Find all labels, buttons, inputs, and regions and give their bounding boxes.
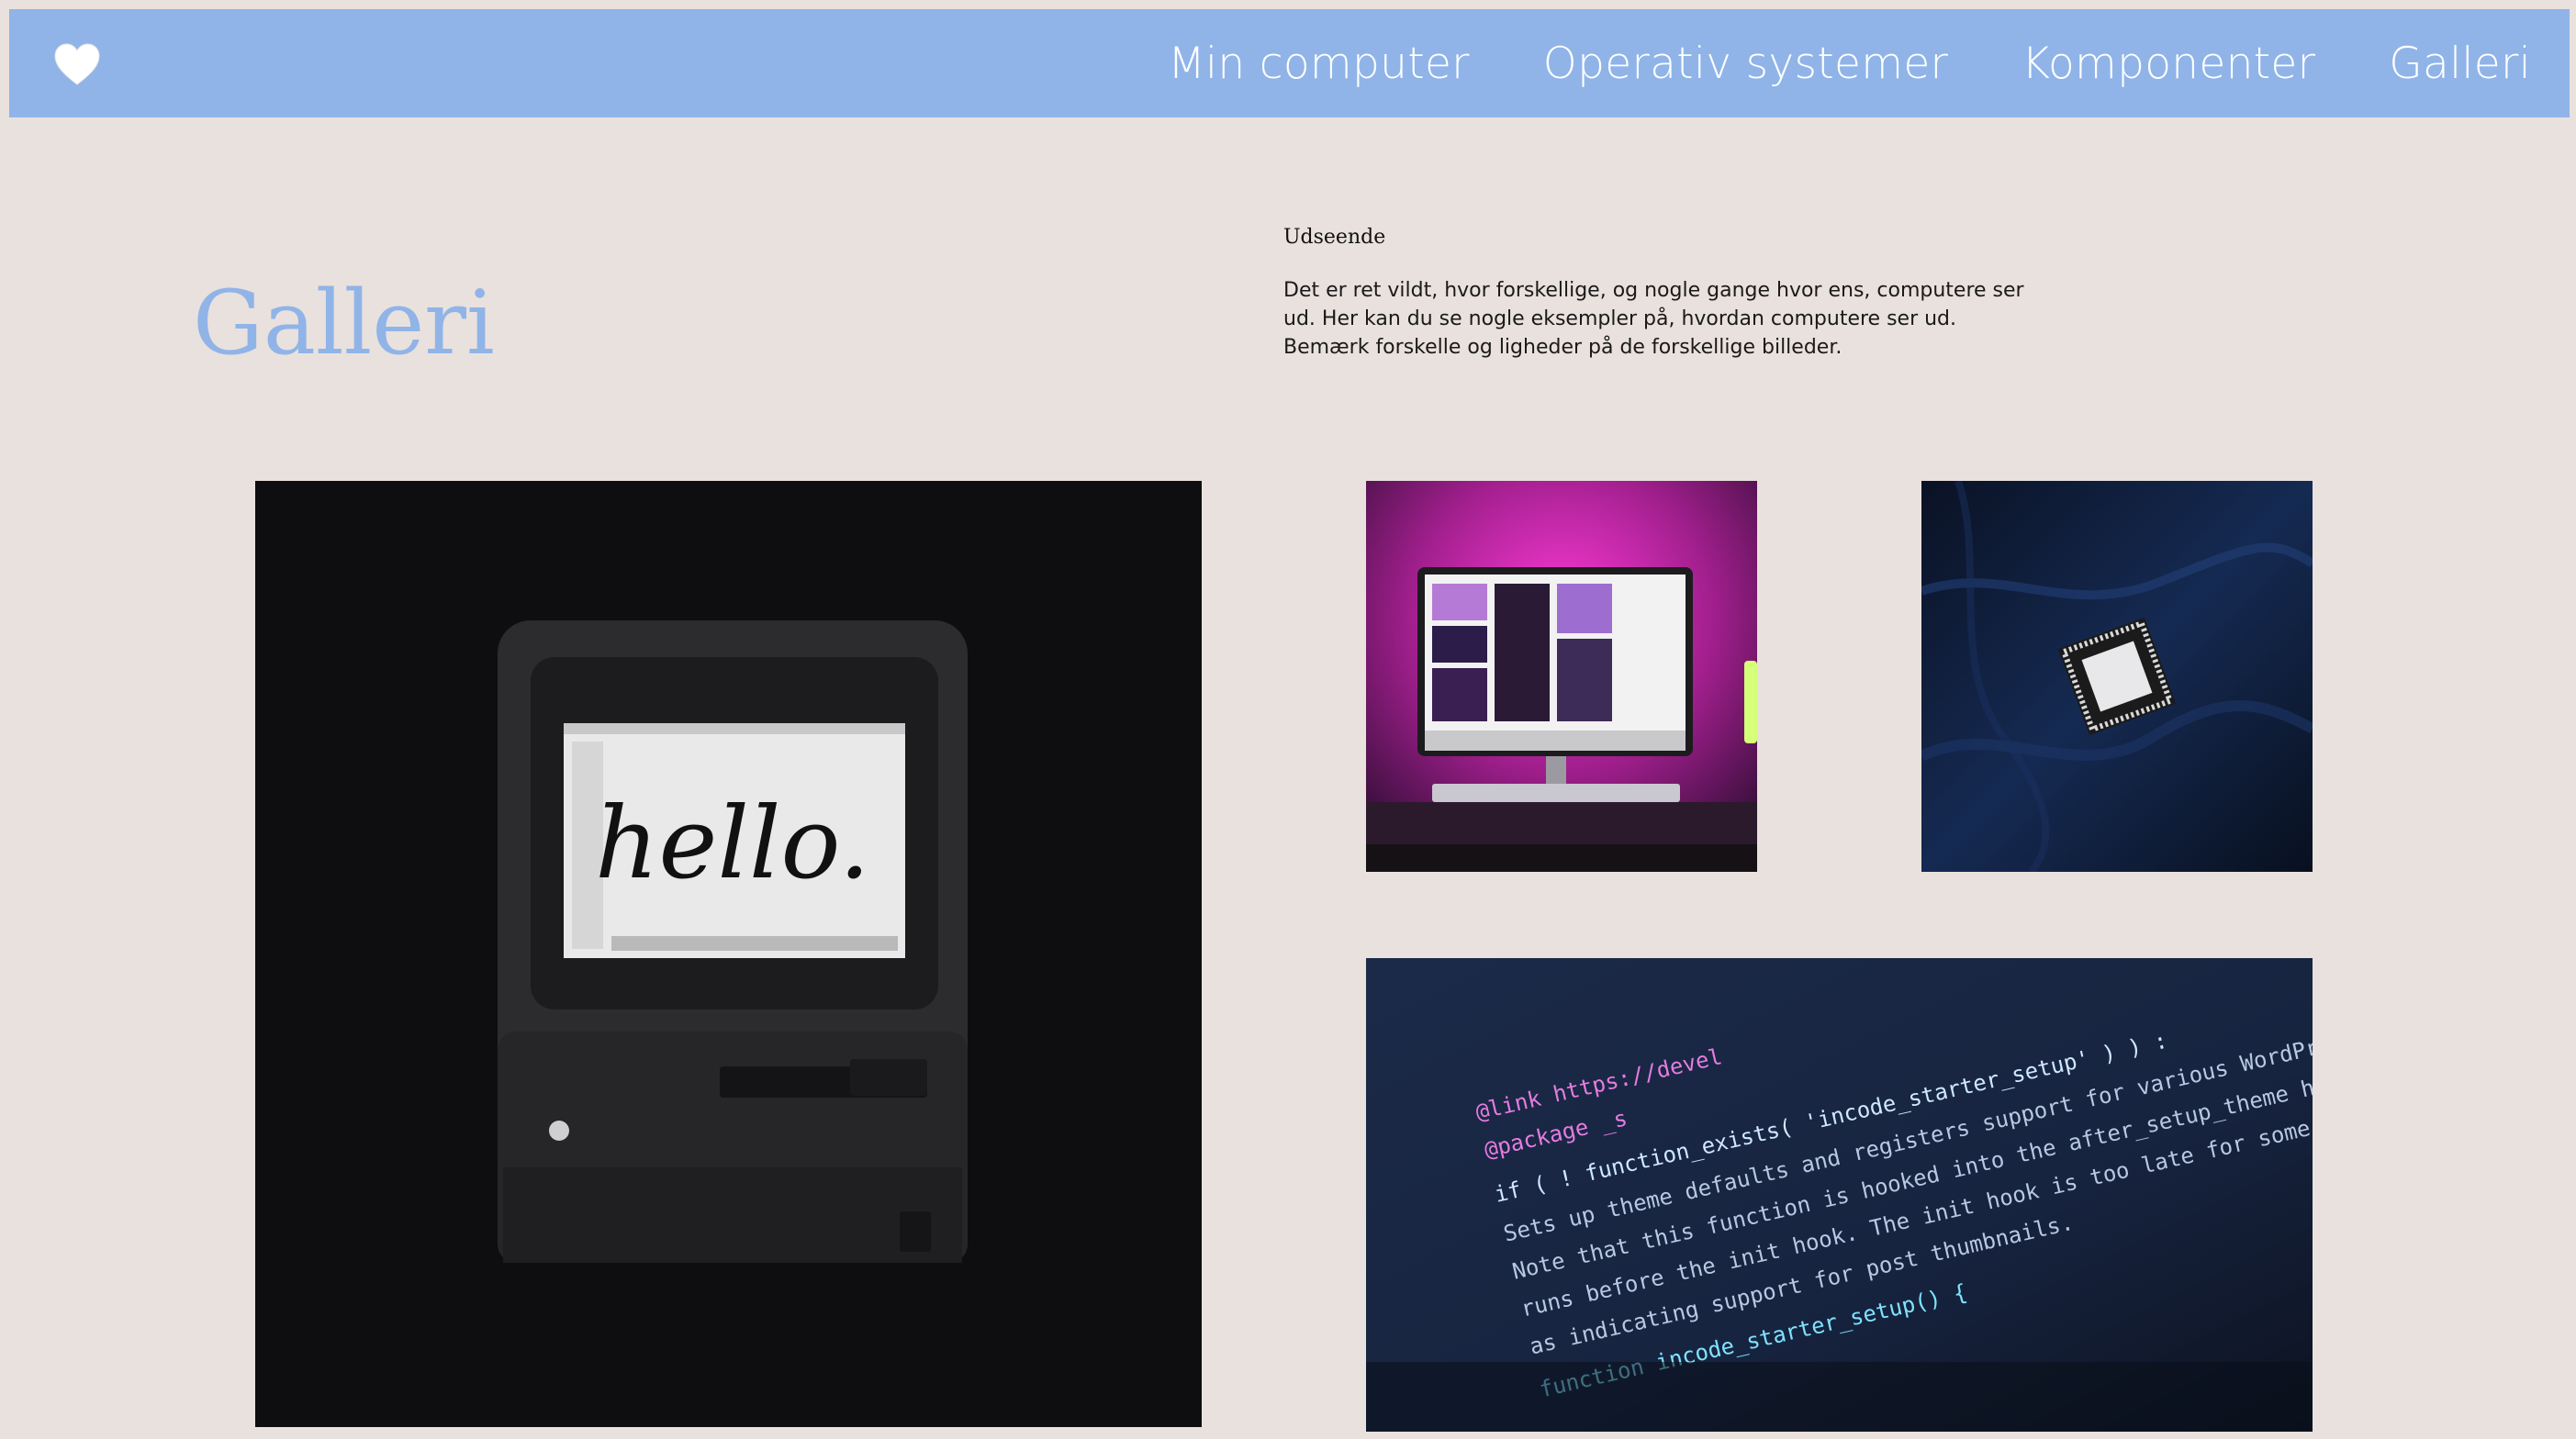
heart-icon[interactable] [53, 42, 101, 86]
intro-section: Udseende Det er ret vildt, hvor forskell… [1283, 226, 2036, 362]
gallery-image-cpu-chip[interactable] [1921, 481, 2313, 872]
nav-link-galleri[interactable]: Galleri [2389, 39, 2531, 89]
page-title: Galleri [193, 272, 495, 374]
main-nav: Min computer Operativ systemer Komponent… [1168, 9, 2531, 117]
nav-link-komponenter[interactable]: Komponenter [2022, 39, 2315, 89]
mac-screen-text: hello. [595, 786, 870, 901]
gallery-image-code-screen[interactable]: @link https://devel @package _s if ( ! f… [1366, 958, 2313, 1432]
intro-text: Det er ret vildt, hvor forskellige, og n… [1283, 279, 2024, 359]
gallery-image-imac-desk[interactable] [1366, 481, 1757, 872]
nav-link-min-computer[interactable]: Min computer [1168, 39, 1470, 89]
gallery-image-macintosh[interactable]: hello. [255, 481, 1202, 1427]
top-navigation-bar: Min computer Operativ systemer Komponent… [9, 9, 2570, 117]
intro-heading: Udseende [1283, 226, 1386, 249]
nav-link-operativ-systemer[interactable]: Operativ systemer [1543, 39, 1948, 89]
